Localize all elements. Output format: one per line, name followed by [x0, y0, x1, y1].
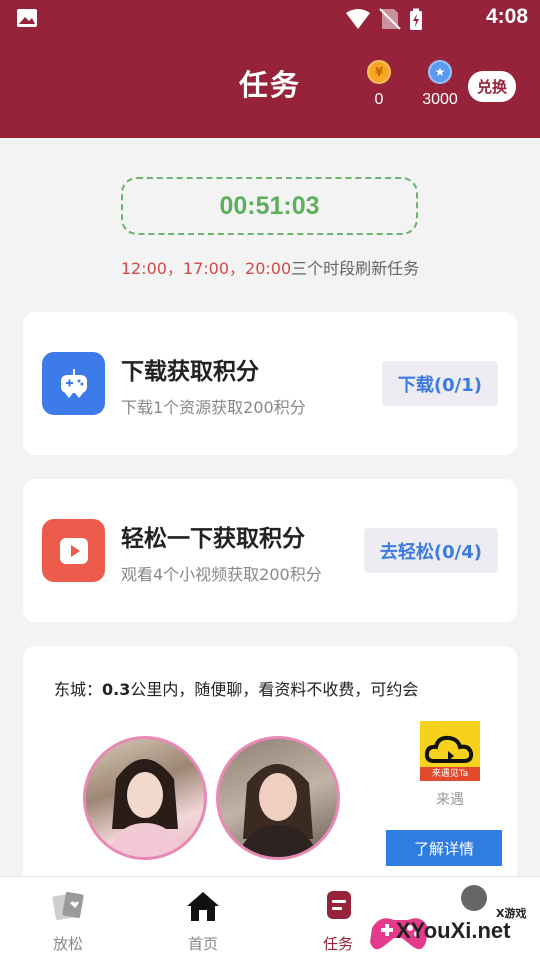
- ad-location: 东城：: [54, 680, 103, 699]
- countdown-timer: 00:51:03: [121, 177, 418, 235]
- ad-headline: 东城：0.3公里内，随便聊，看资料不收费，可约会: [54, 676, 418, 700]
- app-logo[interactable]: 来遇见Ta: [420, 721, 480, 781]
- points-star-icon: ★: [428, 60, 452, 84]
- points-balance: ★ 3000: [414, 60, 466, 109]
- ad-text: 公里内，随便聊，看资料不收费，可约会: [130, 680, 419, 699]
- play-video-icon: [42, 519, 105, 582]
- gallery-notification-icon: [17, 9, 37, 27]
- avatar[interactable]: [83, 736, 207, 860]
- task-title: 轻松一下获取积分: [121, 526, 305, 552]
- status-time: 4:08: [485, 5, 528, 28]
- tab-label: 首页: [187, 935, 218, 953]
- task-card-download: 下载获取积分 下载1个资源获取200积分 下载(0/1): [23, 312, 517, 455]
- app-name: 来遇: [436, 792, 464, 808]
- ad-distance: 0.3: [102, 680, 131, 699]
- learn-more-button[interactable]: 了解详情: [386, 830, 502, 866]
- ad-banner[interactable]: 东城：0.3公里内，随便聊，看资料不收费，可约会 来遇见Ta 来遇 了解详情: [23, 646, 517, 886]
- avatar[interactable]: [216, 736, 340, 860]
- task-card-relax: 轻松一下获取积分 观看4个小视频获取200积分 去轻松(0/4): [23, 479, 517, 622]
- system-status-icons: [346, 8, 422, 30]
- status-bar: 4:08: [0, 0, 540, 36]
- refresh-times: 12:00，17:00，20:00: [120, 259, 292, 278]
- home-icon: [187, 892, 219, 921]
- refresh-text: 三个时段刷新任务: [291, 259, 420, 278]
- gamepad-icon: [42, 352, 105, 415]
- tab-relax[interactable]: 放松: [18, 877, 118, 961]
- task-icon: [327, 891, 351, 919]
- gold-coin-balance: ¥ 0: [363, 60, 395, 109]
- watermark-text: XYouXi.net: [396, 918, 511, 943]
- tab-label: 放松: [52, 935, 83, 953]
- no-sim-icon: [379, 8, 401, 30]
- task-description: 观看4个小视频获取200积分: [121, 565, 322, 584]
- refresh-schedule: 12:00，17:00，20:00三个时段刷新任务: [0, 255, 540, 279]
- relax-task-button[interactable]: 去轻松(0/4): [363, 528, 498, 573]
- gold-coin-icon: ¥: [367, 60, 391, 84]
- task-title: 下载获取积分: [121, 359, 259, 385]
- tab-home[interactable]: 首页: [153, 877, 253, 961]
- points-value: 3000: [422, 91, 458, 108]
- task-description: 下载1个资源获取200积分: [121, 398, 306, 417]
- battery-icon: [410, 8, 422, 30]
- exchange-button[interactable]: 兑换: [468, 71, 516, 102]
- download-task-button[interactable]: 下载(0/1): [381, 361, 498, 406]
- cards-icon: [52, 891, 84, 921]
- app-logo-text: 来遇见Ta: [431, 769, 469, 779]
- gold-coin-value: 0: [374, 91, 384, 108]
- header: 4:08 任务 ¥ 0 ★ 3000 兑换: [0, 0, 540, 138]
